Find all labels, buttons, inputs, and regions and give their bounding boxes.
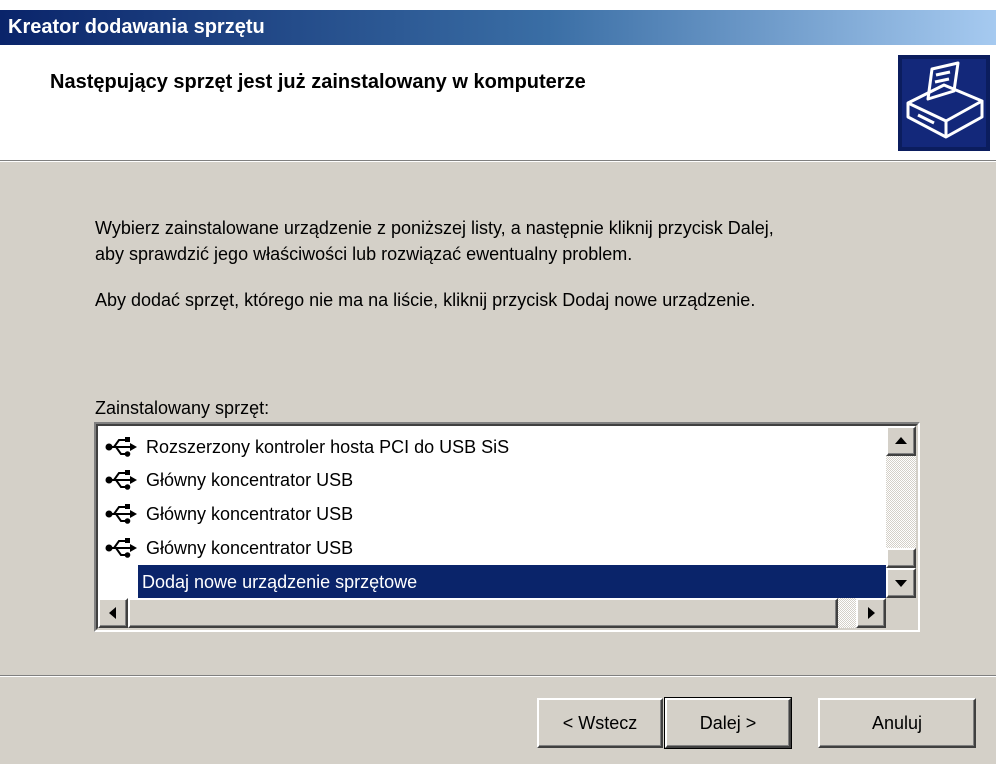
list-item-label: Dodaj nowe urządzenie sprzętowe <box>138 565 886 599</box>
scroll-thumb-horizontal[interactable] <box>128 598 838 628</box>
scroll-track-horizontal[interactable] <box>838 598 856 628</box>
horizontal-scrollbar[interactable] <box>98 598 886 628</box>
usb-icon <box>105 504 137 524</box>
vertical-scrollbar[interactable] <box>886 426 916 598</box>
instruction-line-2: aby sprawdzić jego właściwości lub rozwi… <box>95 244 633 264</box>
list-item-label: Rozszerzony kontroler hosta PCI do USB S… <box>146 437 510 457</box>
list-item[interactable]: Główny koncentrator USB <box>98 531 886 565</box>
title-bar[interactable]: Kreator dodawania sprzętu <box>0 10 996 45</box>
scroll-right-button[interactable] <box>856 598 886 628</box>
instruction-line-1: Wybierz zainstalowane urządzenie z poniż… <box>95 218 774 238</box>
usb-icon <box>105 437 137 457</box>
list-item[interactable]: Główny koncentrator USB <box>98 497 886 531</box>
installed-hardware-list[interactable]: Rozszerzony kontroler hosta PCI do USB S… <box>94 422 920 632</box>
list-item-add-new-device[interactable]: Dodaj nowe urządzenie sprzętowe <box>98 565 886 599</box>
list-label: Zainstalowany sprzęt: <box>95 398 270 418</box>
hardware-wizard-icon <box>898 55 990 151</box>
scroll-track-vertical[interactable] <box>886 456 916 548</box>
wizard-body: Wybierz zainstalowane urządzenie z poniż… <box>0 162 996 764</box>
scroll-down-button[interactable] <box>886 568 916 598</box>
scroll-thumb-vertical[interactable] <box>886 548 916 568</box>
list-item-label: Główny koncentrator USB <box>146 538 354 558</box>
list-viewport: Rozszerzony kontroler hosta PCI do USB S… <box>96 424 918 630</box>
wizard-header: Następujący sprzęt jest już zainstalowan… <box>0 45 996 160</box>
list-item-label: Główny koncentrator USB <box>146 504 354 524</box>
back-button[interactable]: < Wstecz <box>537 698 663 748</box>
arrow-right-icon <box>868 607 875 619</box>
list-item[interactable]: Rozszerzony kontroler hosta PCI do USB S… <box>98 430 886 464</box>
arrow-left-icon <box>109 607 116 619</box>
list-item-label: Główny koncentrator USB <box>146 470 354 490</box>
footer-separator-highlight <box>0 676 996 677</box>
scrollbar-corner <box>886 598 916 628</box>
window-title: Kreator dodawania sprzętu <box>8 16 265 38</box>
arrow-down-icon <box>895 580 907 587</box>
next-button[interactable]: Dalej > <box>664 697 792 749</box>
page-title: Następujący sprzęt jest już zainstalowan… <box>50 71 586 93</box>
usb-icon <box>105 538 137 558</box>
list-item[interactable]: Główny koncentrator USB <box>98 463 886 497</box>
add-device-hint: Aby dodać sprzęt, którego nie ma na liśc… <box>95 290 756 310</box>
usb-icon <box>105 470 137 490</box>
scroll-left-button[interactable] <box>98 598 128 628</box>
cancel-button[interactable]: Anuluj <box>818 698 976 748</box>
scroll-up-button[interactable] <box>886 426 916 456</box>
arrow-up-icon <box>895 437 907 444</box>
